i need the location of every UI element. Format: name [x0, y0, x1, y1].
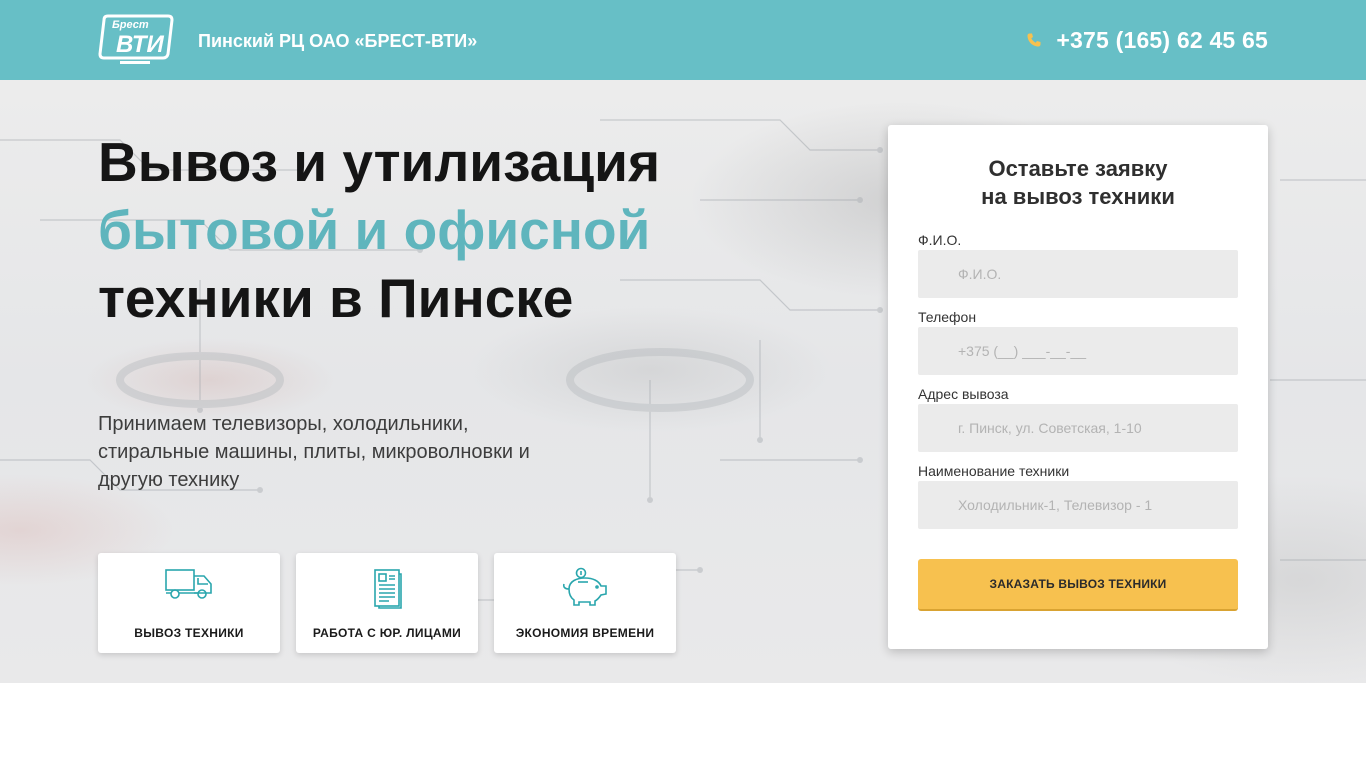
hero-subtitle: Принимаем телевизоры, холодильники, стир… — [98, 413, 530, 491]
phone-number-link[interactable]: +375 (165) 62 45 65 — [1056, 26, 1268, 54]
phone-input[interactable] — [918, 327, 1238, 375]
feature-label: ВЫВОЗ ТЕХНИКИ — [134, 626, 244, 640]
hero-heading: Вывоз и утилизация бытовой и офисной тех… — [98, 128, 660, 332]
hero-heading-line1: Вывоз и утилизация — [98, 131, 661, 193]
address-input[interactable] — [918, 404, 1238, 452]
phone-field-label: Телефон — [918, 309, 977, 325]
site-header: Брест ВТИ Пинский РЦ ОАО «БРЕСТ-ВТИ» +37… — [0, 0, 1366, 80]
equipment-field-label: Наименование техники — [918, 463, 1070, 479]
feature-label: РАБОТА С ЮР. ЛИЦАМИ — [312, 626, 462, 640]
company-name: Пинский РЦ ОАО «БРЕСТ-ВТИ» — [198, 31, 478, 51]
hero-heading-line3: техники в Пинске — [98, 267, 574, 329]
piggy-bank-icon — [562, 567, 607, 606]
hero-heading-line2: бытовой и офисной — [98, 199, 651, 261]
feature-label: ЭКОНОМИЯ ВРЕМЕНИ — [515, 626, 655, 640]
name-input[interactable] — [918, 250, 1238, 298]
header-phone[interactable]: +375 (165) 62 45 65 — [1026, 26, 1268, 54]
brest-vti-logo-icon[interactable]: Брест ВТИ — [98, 14, 174, 66]
feature-card-legal: РАБОТА С ЮР. ЛИЦАМИ — [296, 553, 478, 653]
order-removal-button[interactable]: ЗАКАЗАТЬ ВЫВОЗ ТЕХНИКИ — [918, 559, 1238, 611]
truck-icon — [165, 569, 212, 599]
address-field-label: Адрес вывоза — [918, 386, 1009, 402]
svg-text:Брест: Брест — [112, 19, 149, 31]
name-field-label: Ф.И.О. — [918, 232, 962, 248]
feature-cards: ВЫВОЗ ТЕХНИКИ РАБОТА С ЮР. ЛИЦАМИ ЭКОНОМ… — [98, 553, 676, 653]
request-form: Оставьте заявку на вывоз техники Ф.И.О. … — [888, 125, 1268, 649]
feature-card-removal: ВЫВОЗ ТЕХНИКИ — [98, 553, 280, 653]
feature-card-time: ЭКОНОМИЯ ВРЕМЕНИ — [494, 553, 676, 653]
form-title: Оставьте заявку на вывоз техники — [981, 156, 1175, 209]
phone-icon — [1027, 33, 1041, 47]
equipment-input[interactable] — [918, 481, 1238, 529]
document-icon — [374, 569, 402, 609]
svg-text:ВТИ: ВТИ — [116, 31, 164, 58]
